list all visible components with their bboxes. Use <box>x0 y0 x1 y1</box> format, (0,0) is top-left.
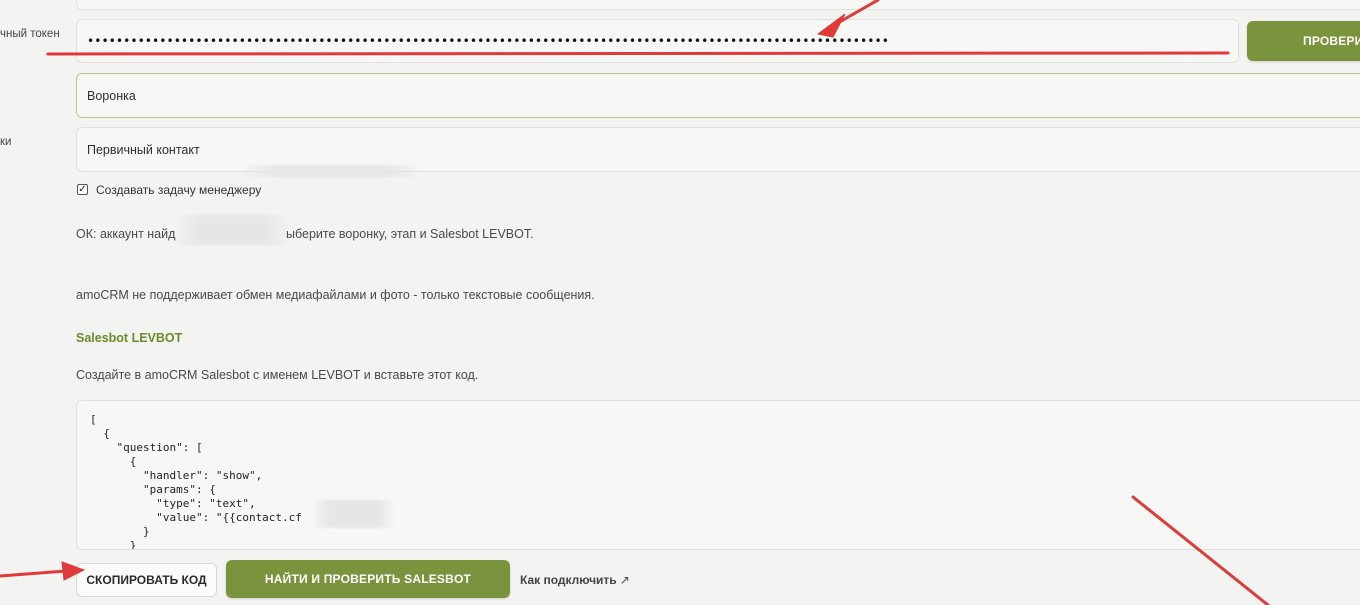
pipeline-value: Воронка <box>87 88 136 103</box>
howto-link[interactable]: Как подключить ↗ <box>520 573 630 587</box>
copy-code-button[interactable]: СКОПИРОВАТЬ КОД <box>76 563 217 597</box>
redacted-code <box>315 500 393 528</box>
redacted-area <box>245 165 415 177</box>
code-content: [ { "question": [ { "handler": "show", "… <box>90 413 302 550</box>
token-value: ••••••••••••••••••••••••••••••••••••••••… <box>87 34 889 48</box>
pipeline-select[interactable]: Воронка <box>76 73 1360 118</box>
task-checkbox[interactable]: ✓ <box>77 184 88 195</box>
arrow-up-right-icon: ↗ <box>619 573 630 587</box>
redacted-account <box>178 215 286 245</box>
check-token-button[interactable]: ПРОВЕРИ <box>1247 21 1360 61</box>
token-label: чный токен <box>0 28 60 40</box>
stage-label: ки <box>0 136 12 148</box>
stage-value: Первичный контакт <box>87 142 200 157</box>
checkmark-icon: ✓ <box>78 184 87 195</box>
media-notice: amoCRM не поддерживает обмен медиафайлам… <box>76 288 595 302</box>
code-textarea[interactable]: [ { "question": [ { "handler": "show", "… <box>76 400 1360 550</box>
status-suffix: ыберите воронку, этап и Salesbot LEVBOT. <box>286 227 534 241</box>
status-prefix: ОК: аккаунт найд <box>76 227 176 241</box>
howto-link-label: Как подключить <box>520 573 617 587</box>
salesbot-heading: Salesbot LEVBOT <box>76 331 183 345</box>
token-input[interactable]: ••••••••••••••••••••••••••••••••••••••••… <box>76 19 1239 63</box>
task-checkbox-label: Создавать задачу менеджеру <box>96 183 262 197</box>
previous-field <box>76 0 1360 10</box>
left-arrow-shaft <box>0 569 68 578</box>
salesbot-instruction: Создайте в amoCRM Salesbot с именем LEVB… <box>76 368 479 382</box>
find-salesbot-button[interactable]: НАЙТИ И ПРОВЕРИТЬ SALESBOT <box>226 560 510 598</box>
